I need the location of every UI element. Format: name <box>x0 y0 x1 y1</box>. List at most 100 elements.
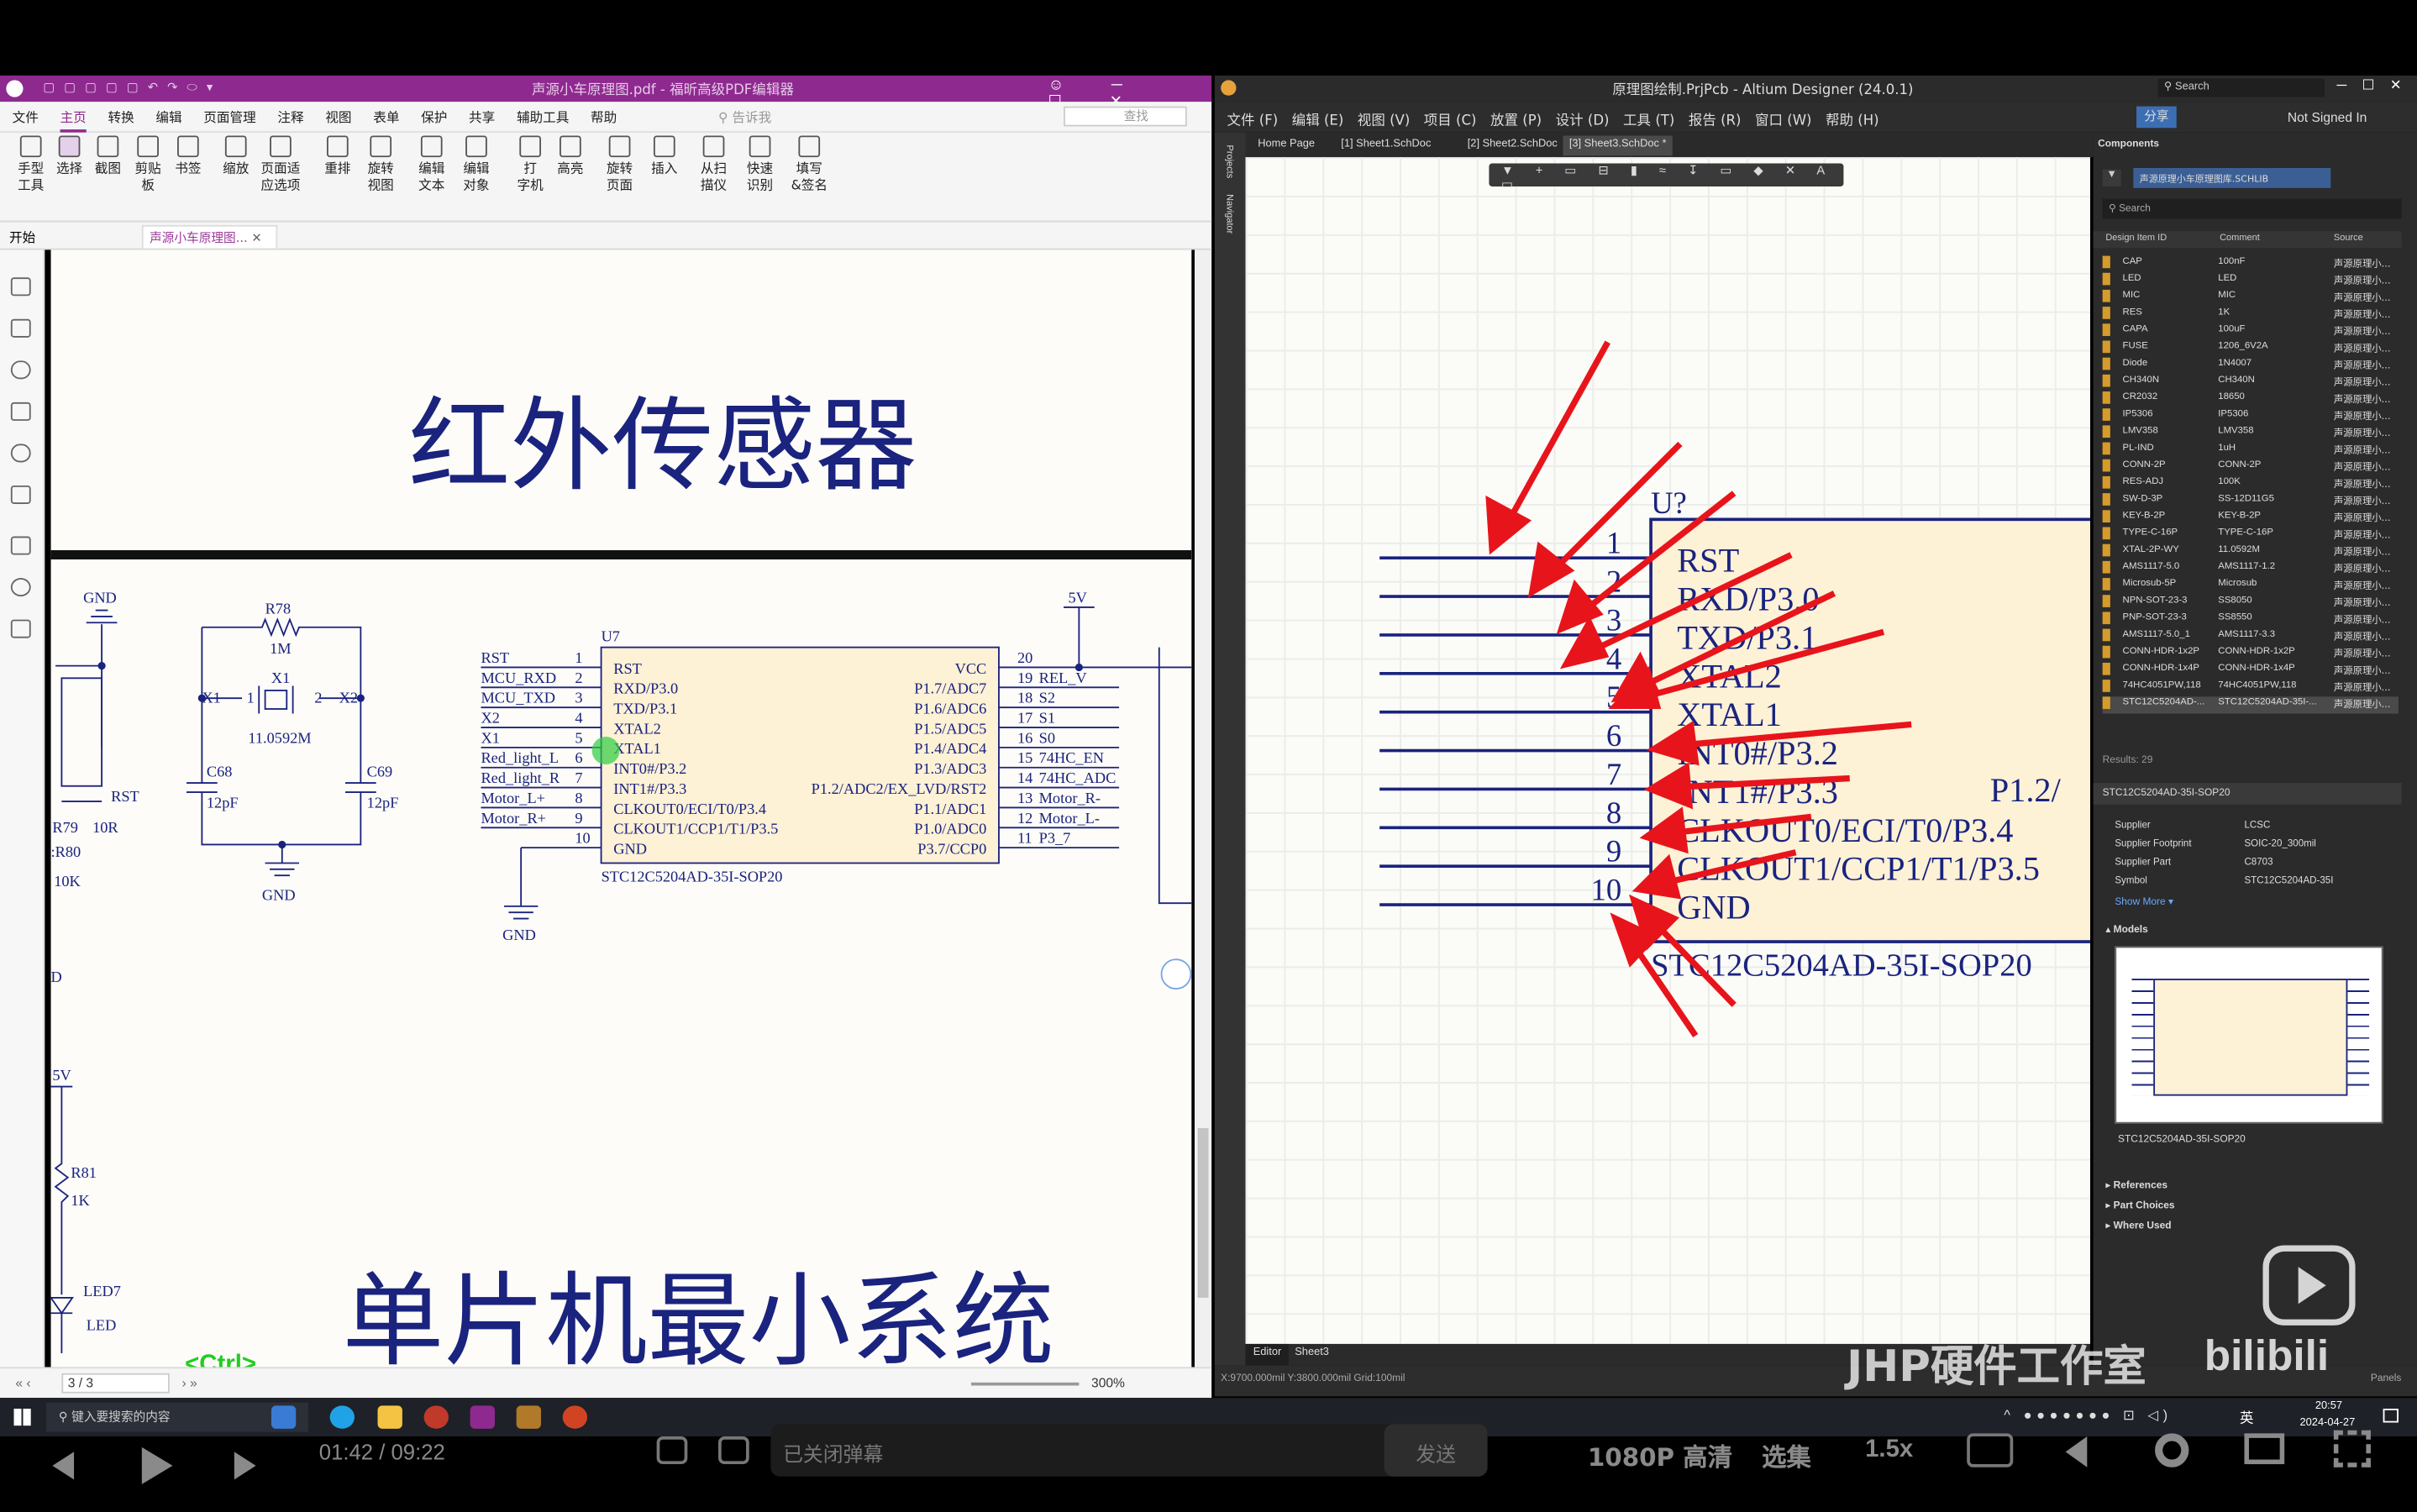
component-row[interactable]: CR2032 18650 声源原理小... <box>2102 391 2399 408</box>
danmaku-toggle-icon[interactable] <box>656 1436 688 1465</box>
component-row[interactable]: RES 1K 声源原理小... <box>2102 307 2399 323</box>
menu-item[interactable]: 主页 <box>60 111 87 133</box>
ribbon-button[interactable]: 快速 识别 <box>738 135 781 196</box>
component-row[interactable]: IP5306 IP5306 声源原理小... <box>2102 408 2399 425</box>
powerpoint-icon[interactable] <box>562 1405 588 1429</box>
library-dropdown[interactable]: 声源原理小车原理图库.SCHLIB <box>2133 167 2331 188</box>
document-tab[interactable]: 声源小车原理图... ✕ <box>141 224 278 249</box>
ribbon-button[interactable]: 书签 <box>166 135 209 178</box>
zoom-level[interactable]: 300% <box>1091 1375 1125 1390</box>
component-row[interactable]: CONN-HDR-1x4P CONN-HDR-1x4P 声源原理小... <box>2102 662 2399 680</box>
component-row[interactable]: RES-ADJ 100K 声源原理小... <box>2102 475 2399 493</box>
ribbon-button[interactable]: 页面适 应选项 <box>259 135 302 196</box>
quality-selector[interactable]: 1080P 高清 <box>1588 1436 1732 1473</box>
episode-selector[interactable]: 选集 <box>1762 1436 1811 1473</box>
altium-search-box[interactable]: ⚲ Search <box>2157 78 2325 97</box>
altium-menu-item[interactable]: 视图 (V) <box>1358 114 1410 129</box>
floating-assistant-icon[interactable] <box>1160 958 1192 990</box>
layers-icon[interactable] <box>10 402 31 421</box>
altium-menu-item[interactable]: 放置 (P) <box>1490 114 1542 129</box>
component-row[interactable]: Diode 1N4007 声源原理小... <box>2102 357 2399 375</box>
component-row[interactable]: TYPE-C-16P TYPE-C-16P 声源原理小... <box>2102 527 2399 544</box>
menu-item[interactable]: 转换 <box>108 111 134 126</box>
altium-menu-item[interactable]: 报告 (R) <box>1689 114 1742 129</box>
component-row[interactable]: MIC MIC 声源原理小... <box>2102 289 2399 307</box>
system-tray[interactable]: ^ ●●●●●●● ⊡ ◁) <box>2004 1407 2172 1424</box>
chrome-icon[interactable] <box>423 1405 449 1429</box>
bookmark-icon[interactable] <box>10 277 31 297</box>
zoom-slider[interactable] <box>970 1382 1080 1386</box>
settings-gear-icon[interactable] <box>2155 1433 2189 1467</box>
altium-menu-item[interactable]: 帮助 (H) <box>1826 114 1879 129</box>
component-row[interactable]: PL-IND 1uH 声源原理小... <box>2102 442 2399 459</box>
signature-icon[interactable] <box>10 578 31 597</box>
menu-item[interactable]: 注释 <box>277 111 303 126</box>
ribbon-button[interactable]: 选择 <box>48 135 91 178</box>
menu-item[interactable]: 表单 <box>373 111 399 126</box>
models-section[interactable]: ▴ Models <box>2105 923 2147 936</box>
ribbon-button[interactable]: 打字机 <box>508 135 551 196</box>
component-row[interactable]: LED LED 声源原理小... <box>2102 272 2399 290</box>
component-row[interactable]: AMS1117-5.0 AMS1117-1.2 声源原理小... <box>2102 560 2399 578</box>
menu-item[interactable]: 视图 <box>325 111 351 126</box>
collapsible-section[interactable]: ▸ Where Used <box>2105 1219 2171 1231</box>
comment-icon[interactable] <box>10 360 31 380</box>
foxit-taskbar-icon[interactable] <box>470 1405 495 1429</box>
altium-doc-tab[interactable]: [3] Sheet3.SchDoc * <box>1563 135 1673 156</box>
taskbar-search[interactable]: ⚲ 键入要搜索的内容 <box>46 1402 308 1432</box>
sheet-tab[interactable]: Sheet3 <box>1295 1347 1329 1358</box>
next-icon[interactable] <box>234 1452 256 1480</box>
ribbon-button[interactable]: 旋转 视图 <box>360 135 402 196</box>
menu-item[interactable]: 编辑 <box>155 111 181 126</box>
close-tab-icon[interactable]: ✕ <box>251 231 261 245</box>
attachment-icon[interactable] <box>10 444 31 463</box>
speed-selector[interactable]: 1.5x <box>1865 1436 1913 1464</box>
altium-menu-item[interactable]: 编辑 (E) <box>1292 114 1344 129</box>
column-header[interactable]: Source <box>2334 234 2363 244</box>
component-row[interactable]: CH340N CH340N 声源原理小... <box>2102 374 2399 391</box>
altium-schematic-canvas[interactable]: ▼ + ▭ ⊟ ▮ ≈ ↧ ▭ ◆ ✕ A ▭ 1RST2RXD/P3.03TX… <box>1245 157 2090 1344</box>
ribbon-button[interactable]: 插入 <box>643 135 686 178</box>
share-button[interactable]: 分享 <box>2136 106 2177 129</box>
projects-panel-tab[interactable]: Projects <box>1224 144 1233 178</box>
notification-icon[interactable] <box>2383 1409 2399 1423</box>
menu-item[interactable]: 辅助工具 <box>517 111 569 126</box>
volume-icon[interactable] <box>2065 1436 2088 1467</box>
sign-in-status[interactable]: Not Signed In <box>2288 109 2367 124</box>
ribbon-button[interactable]: 剪贴板 <box>126 135 169 196</box>
danmaku-settings-icon[interactable] <box>718 1436 749 1465</box>
ribbon-button[interactable]: 从扫 描仪 <box>692 135 735 196</box>
explorer-icon[interactable] <box>377 1405 402 1429</box>
ribbon-button[interactable]: 缩放 <box>214 135 257 178</box>
compare-icon[interactable] <box>10 619 31 638</box>
component-row[interactable]: KEY-B-2P KEY-B-2P 声源原理小... <box>2102 510 2399 527</box>
fullscreen-icon[interactable] <box>2333 1430 2371 1467</box>
play-icon[interactable] <box>141 1446 173 1484</box>
component-row[interactable]: LMV358 LMV358 声源原理小... <box>2102 425 2399 442</box>
component-row[interactable]: STC12C5204AD-... STC12C5204AD-35I-... 声源原理… <box>2102 696 2399 714</box>
component-row[interactable]: PNP-SOT-23-3 SS8550 声源原理小... <box>2102 612 2399 628</box>
ribbon-button[interactable]: 编辑 对象 <box>455 135 497 196</box>
ribbon-button[interactable]: 旋转 页面 <box>598 135 641 196</box>
ribbon-button[interactable]: 重排 <box>316 135 359 178</box>
navigator-panel-tab[interactable]: Navigator <box>1224 194 1233 234</box>
altium-menu-item[interactable]: 项目 (C) <box>1424 114 1477 129</box>
altium-doc-tab[interactable]: Home Page <box>1252 135 1321 155</box>
editor-tab[interactable]: Editor <box>1245 1343 1290 1366</box>
altium-doc-tab[interactable]: [1] Sheet1.SchDoc <box>1335 135 1437 155</box>
component-row[interactable]: CONN-HDR-1x2P CONN-HDR-1x2P 声源原理小... <box>2102 645 2399 663</box>
menu-item[interactable]: 页面管理 <box>203 111 255 126</box>
send-button[interactable]: 发送 <box>1384 1424 1488 1477</box>
collapsible-section[interactable]: ▸ References <box>2105 1179 2167 1191</box>
ribbon-button[interactable]: 高亮 <box>549 135 591 178</box>
page-number-field[interactable]: 3 / 3 <box>61 1373 170 1394</box>
taskview-icon[interactable] <box>271 1405 297 1429</box>
component-row[interactable]: CONN-2P CONN-2P 声源原理小... <box>2102 459 2399 476</box>
document-icon[interactable] <box>10 536 31 555</box>
lock-icon[interactable] <box>10 485 31 504</box>
altium-doc-tab[interactable]: [2] Sheet2.SchDoc <box>1461 135 1563 155</box>
ime-indicator[interactable]: 英 <box>2240 1407 2254 1427</box>
column-header[interactable]: Design Item ID <box>2105 234 2167 244</box>
menu-item[interactable]: 共享 <box>469 111 495 126</box>
component-row[interactable]: 74HC4051PW,118 74HC4051PW,118 声源原理小... <box>2102 680 2399 696</box>
